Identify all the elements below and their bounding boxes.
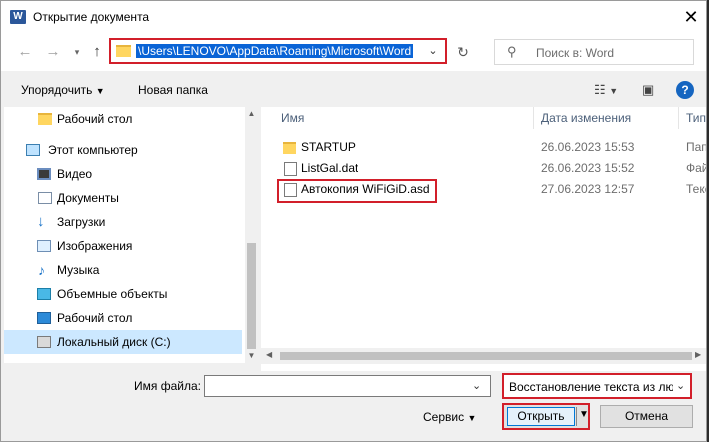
filetype-value: Восстановление текста из любого файла (*… [509, 380, 673, 394]
address-bar[interactable]: \Users\LENOVO\AppData\Roaming\Microsoft\… [109, 38, 447, 64]
file-name: STARTUP [301, 140, 356, 154]
preview-pane-icon[interactable]: ▣ [642, 82, 654, 98]
nav-item-label: Объемные объекты [57, 287, 168, 301]
chevron-down-icon[interactable]: ⌄ [425, 43, 441, 59]
close-icon[interactable]: ✕ [676, 3, 706, 31]
documents-icon [38, 192, 52, 204]
new-folder-button[interactable]: Новая папка [138, 83, 208, 97]
organize-label: Упорядочить [21, 83, 93, 97]
nav-item-label: Изображения [57, 239, 133, 253]
nav-item-3d-objects[interactable]: Объемные объекты [4, 282, 242, 306]
split-divider [576, 407, 577, 426]
chevron-down-icon[interactable]: ⌄ [676, 379, 685, 392]
nav-item-label: Музыка [57, 263, 100, 277]
title-bar: W Открытие документа ✕ [1, 1, 706, 33]
column-header-type[interactable]: Тип [686, 107, 706, 129]
nav-item-this-pc[interactable]: Этот компьютер [4, 138, 242, 162]
nav-item-pictures[interactable]: Изображения [4, 234, 242, 258]
file-row[interactable]: ListGal.dat 26.06.2023 15:52 Файл [261, 158, 706, 179]
file-type: Папка [686, 140, 706, 154]
cancel-button[interactable]: Отмена [600, 405, 693, 428]
file-name: ListGal.dat [301, 161, 359, 175]
horizontal-scrollbar-thumb[interactable] [280, 352, 692, 360]
forward-arrow-icon[interactable]: → [43, 42, 63, 62]
nav-item-desktop[interactable]: Рабочий стол [4, 306, 242, 330]
nav-item-label: Локальный диск (C:) [57, 335, 171, 349]
search-placeholder: Поиск в: Word [536, 46, 615, 60]
pictures-icon [37, 240, 51, 252]
open-button[interactable]: Открыть ▼ [502, 403, 590, 430]
refresh-icon[interactable]: ↻ [453, 42, 473, 62]
video-icon [37, 168, 51, 180]
highlight-outline [277, 179, 437, 203]
chevron-down-icon[interactable]: ▼ [579, 409, 589, 420]
column-header-date[interactable]: Дата изменения [541, 107, 631, 129]
word-app-icon: W [10, 10, 26, 24]
nav-item-desktop-quick[interactable]: Рабочий стол [4, 107, 242, 131]
folder-icon [116, 45, 131, 57]
folder-icon [283, 142, 296, 154]
sort-ascending-icon: ^ [399, 107, 403, 111]
file-type: Текст [686, 182, 706, 196]
navigation-pane: Рабочий стол Этот компьютер Видео Докуме… [4, 107, 258, 363]
search-icon: ⚲ [507, 44, 517, 59]
computer-icon [26, 144, 40, 156]
filetype-select[interactable]: Восстановление текста из любого файла (*… [502, 373, 692, 399]
file-date: 27.06.2023 12:57 [541, 182, 635, 196]
3d-objects-icon [37, 288, 51, 300]
nav-scrollbar-thumb[interactable] [247, 243, 256, 349]
desktop-icon [37, 312, 51, 324]
file-date: 26.06.2023 15:52 [541, 161, 635, 175]
file-list: ^ Имя Дата изменения Тип STARTUP 26.06.2… [261, 107, 706, 371]
file-type: Файл [686, 161, 706, 175]
drive-icon [37, 336, 51, 348]
chevron-down-icon[interactable]: ⌄ [472, 379, 481, 392]
nav-scrollbar[interactable]: ▲ ▼ [245, 107, 258, 363]
command-toolbar: Упорядочить ▼ Новая папка ☷ ▼ ▣ ? [1, 71, 706, 107]
file-row[interactable]: STARTUP 26.06.2023 15:53 Папка [261, 137, 706, 158]
back-arrow-icon[interactable]: ← [15, 42, 35, 62]
search-input[interactable]: ⚲ Поиск в: Word [494, 39, 694, 65]
nav-item-label: Видео [57, 167, 93, 181]
file-icon [284, 162, 297, 176]
help-icon[interactable]: ? [676, 81, 694, 99]
address-path[interactable]: \Users\LENOVO\AppData\Roaming\Microsoft\… [136, 44, 414, 58]
folder-yellow-icon [38, 113, 52, 125]
download-icon: ↓ [37, 213, 45, 230]
nav-item-music[interactable]: ♪ Музыка [4, 258, 242, 282]
chevron-down-icon: ▼ [467, 413, 477, 423]
view-options-icon[interactable]: ☷ ▼ [594, 82, 618, 98]
up-arrow-icon[interactable]: ↑ [87, 42, 107, 62]
scroll-up-icon[interactable]: ▲ [245, 109, 258, 118]
column-divider [678, 107, 679, 129]
service-button[interactable]: Сервис ▼ [423, 410, 476, 424]
music-icon: ♪ [38, 262, 45, 278]
horizontal-scrollbar[interactable]: ◀ ▶ [261, 348, 706, 364]
filename-label: Имя файла: [134, 379, 201, 393]
nav-item-label: Этот компьютер [48, 143, 138, 157]
navigation-bar: ← → ▾ ↑ \Users\LENOVO\AppData\Roaming\Mi… [1, 33, 706, 71]
organize-button[interactable]: Упорядочить ▼ [21, 83, 105, 97]
window-title: Открытие документа [33, 10, 150, 24]
scroll-right-icon[interactable]: ▶ [695, 350, 701, 359]
nav-item-label: Документы [57, 191, 119, 205]
nav-item-label: Рабочий стол [57, 311, 133, 325]
nav-item-documents[interactable]: Документы [4, 186, 242, 210]
open-document-dialog: W Открытие документа ✕ ← → ▾ ↑ \Users\LE… [0, 0, 707, 442]
nav-item-video[interactable]: Видео [4, 162, 242, 186]
column-divider [533, 107, 534, 129]
scroll-left-icon[interactable]: ◀ [266, 350, 272, 359]
nav-item-downloads[interactable]: ↓ Загрузки [4, 210, 242, 234]
open-button-label[interactable]: Открыть [507, 407, 575, 426]
recent-locations-icon[interactable]: ▾ [67, 42, 87, 62]
file-date: 26.06.2023 15:53 [541, 140, 635, 154]
service-label: Сервис [423, 410, 465, 424]
nav-item-label: Рабочий стол [57, 112, 133, 126]
chevron-down-icon: ▼ [95, 86, 105, 96]
scroll-down-icon[interactable]: ▼ [245, 351, 258, 360]
nav-item-local-disk[interactable]: Локальный диск (C:) [4, 330, 242, 354]
filename-field[interactable]: ⌄ [204, 375, 491, 397]
nav-item-label: Загрузки [57, 215, 106, 229]
column-header-name[interactable]: Имя [281, 107, 304, 129]
